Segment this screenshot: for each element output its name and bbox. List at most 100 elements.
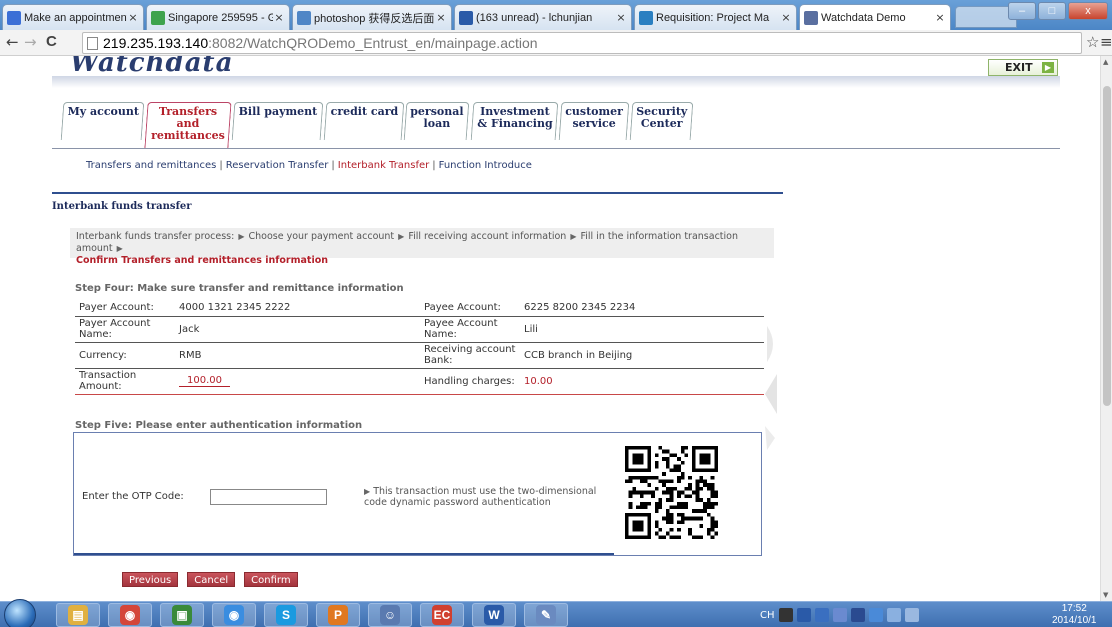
cancel-button[interactable]: Cancel — [187, 572, 236, 587]
address-bar[interactable]: 219.235.193.140:8082/WatchQRODemo_Entrus… — [82, 32, 1082, 54]
taskbar-app[interactable]: ☺ — [368, 603, 412, 627]
scroll-thumb[interactable] — [1103, 86, 1111, 406]
qr-module — [636, 524, 640, 528]
start-button[interactable] — [4, 599, 36, 627]
tray-icon[interactable] — [832, 608, 847, 622]
qr-module — [710, 494, 715, 499]
scroll-down-icon[interactable]: ▼ — [1103, 591, 1108, 599]
scroll-up-icon[interactable]: ▲ — [1103, 58, 1108, 66]
taskbar-app[interactable]: ▣ — [160, 603, 204, 627]
tray-icon[interactable] — [796, 608, 811, 622]
qr-module — [680, 505, 685, 510]
qr-module — [677, 475, 681, 480]
qr-module — [677, 479, 681, 484]
subnav-transfers-remittances[interactable]: Transfers and remittances — [86, 160, 216, 171]
taskbar-app[interactable]: S — [264, 603, 308, 627]
taskbar-app[interactable]: P — [316, 603, 360, 627]
forward-icon[interactable]: → — [24, 34, 37, 50]
qr-module — [699, 524, 704, 528]
qr-module — [647, 475, 652, 480]
tab-bill-payment[interactable]: Bill payment — [231, 102, 324, 140]
tab-security-center[interactable]: Security Center — [629, 102, 694, 140]
back-icon[interactable]: ← — [6, 34, 19, 50]
app-icon: ▣ — [172, 605, 192, 625]
side-shape — [767, 326, 773, 362]
taskbar-app[interactable]: EC — [420, 603, 464, 627]
subnav-reservation-transfer[interactable]: Reservation Transfer — [226, 160, 329, 171]
taskbar-app[interactable]: ◉ — [212, 603, 256, 627]
qr-module — [669, 494, 674, 499]
browser-tab[interactable]: photoshop 获得反选后面 × — [292, 4, 452, 30]
qr-module — [714, 501, 718, 506]
close-tab-icon[interactable]: × — [435, 11, 447, 24]
qr-module — [699, 457, 704, 461]
reload-icon[interactable]: C — [46, 34, 57, 50]
qr-module — [680, 449, 685, 454]
otp-input[interactable] — [210, 489, 327, 505]
taskbar-app[interactable]: ◉ — [108, 603, 152, 627]
minimize-button[interactable]: – — [1008, 2, 1036, 20]
app-icon: ▤ — [68, 605, 88, 625]
qr-module — [677, 520, 681, 525]
qr-module — [628, 501, 633, 506]
page-scrollbar[interactable]: ▲ ▼ — [1100, 56, 1112, 601]
tab-personal-loan[interactable]: personal loan — [403, 102, 470, 140]
qr-module — [714, 494, 718, 499]
bookmark-star-icon[interactable]: ☆ — [1086, 34, 1099, 50]
exit-button[interactable]: EXIT ▶ — [988, 59, 1058, 76]
subnav-separator: | — [331, 160, 335, 171]
qr-module — [695, 468, 700, 473]
close-tab-icon[interactable]: × — [273, 11, 285, 24]
qr-module — [665, 457, 670, 461]
qr-module — [636, 512, 640, 517]
browser-tab[interactable]: Requisition: Project Ma × — [634, 4, 797, 30]
tab-my-account[interactable]: My account — [60, 102, 145, 140]
tray-icon[interactable] — [850, 608, 865, 622]
previous-button[interactable]: Previous — [122, 572, 179, 587]
browser-tab[interactable]: Singapore 259595 - Go × — [146, 4, 290, 30]
subnav-interbank-transfer[interactable]: Interbank Transfer — [338, 160, 429, 171]
tab-transfers[interactable]: Transfers and remittances — [144, 102, 232, 148]
input-language[interactable]: CH — [760, 610, 775, 621]
table-row: Transaction Amount: 100.00 Handling char… — [75, 368, 764, 395]
taskbar-app[interactable]: W — [472, 603, 516, 627]
close-window-button[interactable]: x — [1068, 2, 1108, 20]
close-tab-icon[interactable]: × — [780, 11, 792, 24]
qr-module — [647, 501, 652, 506]
qr-module — [625, 468, 629, 473]
close-tab-icon[interactable]: × — [934, 11, 946, 24]
tab-investment[interactable]: Investment & Financing — [470, 102, 559, 140]
qr-module — [628, 479, 633, 484]
tab-customer-service[interactable]: customer service — [558, 102, 630, 140]
browser-tab[interactable]: Make an appointment × — [2, 4, 144, 30]
taskbar-app[interactable]: ✎ — [524, 603, 568, 627]
favicon-icon — [639, 10, 653, 25]
tab-label-line: remittances — [151, 129, 226, 142]
browser-tab[interactable]: Watchdata Demo × — [799, 4, 951, 30]
taskbar-app[interactable]: ▤ — [56, 603, 100, 627]
qr-module — [684, 501, 689, 506]
confirm-button[interactable]: Confirm — [244, 572, 298, 587]
app-icon: EC — [432, 605, 452, 625]
qr-module — [654, 505, 659, 510]
close-tab-icon[interactable]: × — [615, 11, 627, 24]
volume-icon[interactable] — [904, 608, 919, 622]
subnav-function-introduce[interactable]: Function Introduce — [439, 160, 532, 171]
qr-module — [647, 460, 652, 465]
exit-arrow-icon: ▶ — [1042, 62, 1054, 73]
tray-icon[interactable] — [778, 608, 793, 622]
qr-module — [636, 460, 640, 465]
qr-module — [647, 520, 652, 525]
tab-label-line: loan — [423, 117, 451, 130]
browser-menu-icon[interactable]: ≡ — [1100, 34, 1112, 50]
tray-icon[interactable] — [814, 608, 829, 622]
maximize-button[interactable]: □ — [1038, 2, 1066, 20]
qr-module — [625, 449, 629, 454]
taskbar-clock[interactable]: 17:52 2014/10/1 — [1052, 603, 1097, 627]
close-tab-icon[interactable]: × — [127, 11, 139, 24]
browser-tab[interactable]: (163 unread) - lchunjian × — [454, 4, 632, 30]
tab-credit-card[interactable]: credit card — [323, 102, 404, 140]
qr-module — [643, 535, 648, 539]
network-icon[interactable] — [886, 608, 901, 622]
tray-icon[interactable] — [868, 608, 883, 622]
